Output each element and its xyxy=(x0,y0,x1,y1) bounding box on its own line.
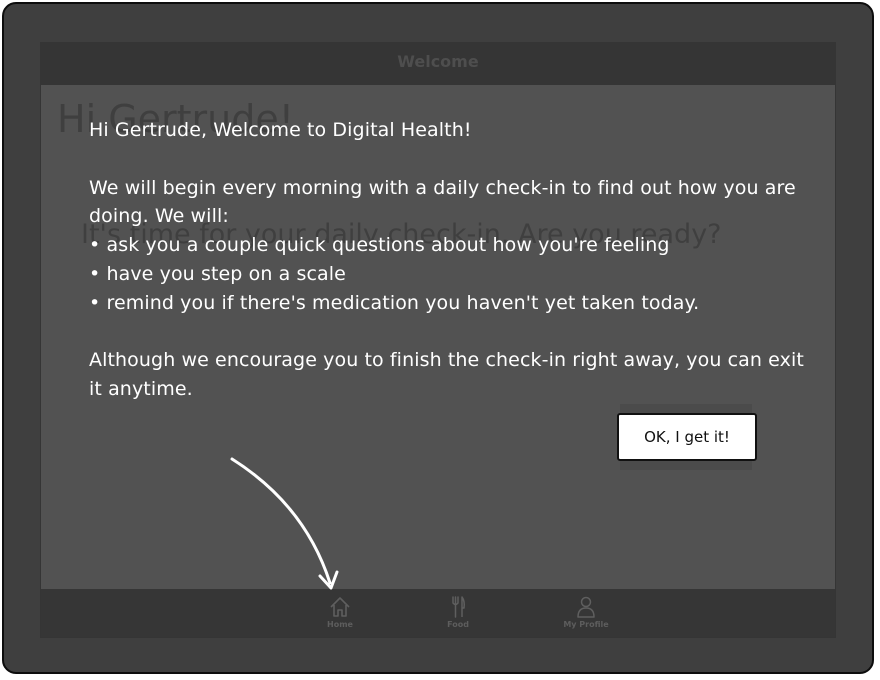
person-icon xyxy=(577,596,595,618)
bullet-item: • ask you a couple quick questions about… xyxy=(89,234,670,257)
tab-home[interactable]: Home xyxy=(300,595,380,629)
ok-button[interactable]: OK, I get it! xyxy=(617,413,757,461)
dialog-heading: Hi Gertrude, Welcome to Digital Health! xyxy=(89,119,472,141)
tab-my-profile[interactable]: My Profile xyxy=(546,595,626,629)
tab-food[interactable]: Food xyxy=(418,595,498,629)
welcome-dialog: Hi Gertrude, Welcome to Digital Health! … xyxy=(89,116,819,404)
tab-home-label: Home xyxy=(327,620,353,629)
bullet-item: • remind you if there's medication you h… xyxy=(89,291,700,314)
bullet-item: • have you step on a scale xyxy=(89,262,346,285)
tab-food-label: Food xyxy=(447,620,469,629)
tab-bar: Home Food My Profile xyxy=(41,589,835,637)
dialog-intro: We will begin every morning with a daily… xyxy=(89,176,796,228)
fork-knife-icon xyxy=(452,596,465,618)
dialog-outro: Although we encourage you to finish the … xyxy=(89,349,804,401)
tab-my-profile-label: My Profile xyxy=(563,620,609,629)
home-icon xyxy=(330,597,350,617)
